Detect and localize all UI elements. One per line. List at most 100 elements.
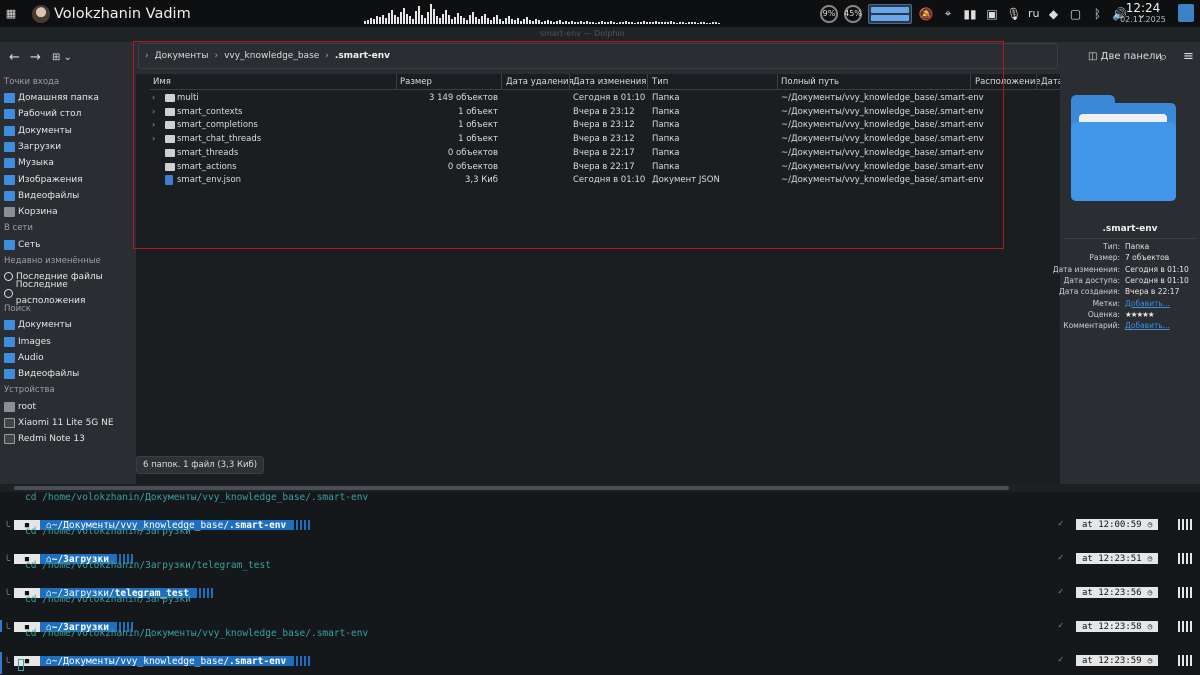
cpu-graph-bar <box>640 22 642 24</box>
cpu-graph-bar <box>547 20 549 24</box>
cpu-graph-bar <box>571 21 573 24</box>
prompt-right-fade <box>1178 553 1194 564</box>
cpu-graph-bar <box>517 18 519 24</box>
expand-chevron-icon[interactable]: › <box>152 93 155 102</box>
media-player-icon[interactable]: ▮▮ <box>962 7 978 21</box>
rating-stars[interactable]: ★★★★★ <box>1125 310 1155 319</box>
terminal-panel[interactable]: cd /home/volokzhanin/Документы/vvy_knowl… <box>0 492 1200 675</box>
sidebar-item[interactable]: Images <box>0 334 136 350</box>
column-deleted[interactable]: Дата удаления <box>506 77 574 87</box>
table-row[interactable]: › multi 3 149 объектов Сегодня в 01:10 Папка… <box>150 92 1060 106</box>
show-desktop-icon[interactable] <box>1178 4 1194 22</box>
table-row[interactable]: smart_threads 0 объектов Вчера в 22:17 Папк… <box>150 147 1060 161</box>
sidebar-item-label: Видеофайлы <box>18 369 80 380</box>
cpu-graph-bar <box>406 14 408 24</box>
app-menu-icon[interactable]: ▦ <box>4 7 18 21</box>
info-value: 7 объектов <box>1125 253 1170 263</box>
column-type[interactable]: Тип <box>652 77 668 87</box>
table-row[interactable]: › smart_contexts 1 объект Вчера в 23:12 Папк… <box>150 106 1060 120</box>
sidebar-item[interactable]: Загрузки <box>0 139 136 155</box>
security-icon[interactable]: ▢ <box>1068 7 1084 21</box>
cpu-usage-indicator[interactable]: 9% <box>820 4 838 23</box>
sidebar-item[interactable]: Видеофайлы <box>0 188 136 204</box>
table-row[interactable]: smart_actions 0 объектов Вчера в 22:17 Папк… <box>150 161 1060 175</box>
back-icon[interactable]: ← <box>9 50 20 65</box>
bluetooth-icon[interactable]: ᛒ <box>1090 7 1106 21</box>
breadcrumb: › Документы › vvy_knowledge_base › .smar… <box>138 43 1058 69</box>
microphone-icon[interactable]: 🎙 <box>1006 7 1022 21</box>
sidebar-item[interactable]: Видеофайлы <box>0 366 136 382</box>
column-modified[interactable]: Дата изменения <box>573 77 646 87</box>
table-row[interactable]: › smart_completions 1 объект Вчера в 23:12 П… <box>150 119 1060 133</box>
sidebar-item[interactable]: Сеть <box>0 236 136 252</box>
expand-chevron-icon[interactable]: › <box>152 134 155 143</box>
clock[interactable]: 12:24 02.11.2025 <box>1118 2 1168 25</box>
breadcrumb-current[interactable]: .smart-env <box>335 51 390 61</box>
prompt-bracket-icon: ╰ <box>4 658 11 669</box>
info-link[interactable]: Добавить... <box>1125 299 1170 308</box>
memory-usage-indicator[interactable]: 45% <box>844 4 862 23</box>
expand-chevron-icon[interactable]: › <box>152 107 155 116</box>
table-row[interactable]: › smart_chat_threads 1 объект Вчера в 23:12… <box>150 133 1060 147</box>
user-name[interactable]: Volokzhanin Vadim <box>54 6 191 22</box>
column-path[interactable]: Полный путь <box>781 77 839 87</box>
network-speed-icon[interactable] <box>868 3 912 24</box>
sidebar-item[interactable]: Корзина <box>0 204 136 220</box>
info-key: Дата создания: <box>1058 287 1120 297</box>
sidebar-item[interactable]: Последние расположения <box>0 280 136 306</box>
sidebar-item[interactable]: Домашняя папка <box>0 90 136 106</box>
sidebar-item[interactable]: root <box>0 398 136 414</box>
file-type: Папка <box>652 106 680 117</box>
sidebar-item[interactable]: Xiaomi 11 Lite 5G NE <box>0 415 136 431</box>
info-link[interactable]: Добавить... <box>1125 321 1170 330</box>
keyboard-layout[interactable]: ru <box>1028 7 1040 20</box>
status-bar: 6 папок. 1 файл (3,3 Киб) <box>136 456 265 474</box>
network-folder-icon <box>4 239 15 250</box>
notifications-muted-icon[interactable]: 🔕 <box>918 7 934 21</box>
command-time: at 12:23:59 <box>1082 655 1142 666</box>
cpu-graph-bar <box>595 23 597 24</box>
expand-chevron-icon[interactable]: › <box>152 120 155 129</box>
clipboard-icon[interactable]: ▣ <box>984 7 1000 21</box>
cpu-graph-bar <box>424 18 426 24</box>
file-size: 0 объектов <box>447 147 498 158</box>
cpu-graph-bar <box>469 15 471 24</box>
view-mode-icon[interactable]: ⊞ ⌄ <box>52 52 72 63</box>
file-name: smart_completions <box>177 120 258 131</box>
search-icon[interactable]: ⌕ <box>1160 50 1167 65</box>
breadcrumb-root-chevron-icon[interactable]: › <box>145 51 149 61</box>
column-location[interactable]: Расположение <box>975 77 1041 87</box>
places-panel: Точки входа Домашняя папка Рабочий стол Док… <box>0 74 136 484</box>
prompt-bracket-icon: ╰ <box>4 624 11 635</box>
split-view-button[interactable]: ◫ Две панели <box>1088 51 1162 62</box>
breadcrumb-item[interactable]: vvy_knowledge_base <box>224 51 319 61</box>
sidebar-item[interactable]: Музыка <box>0 155 136 171</box>
file-modified: Вчера в 22:17 <box>573 161 635 172</box>
column-name[interactable]: Имя <box>153 77 171 87</box>
cpu-graph-bar <box>472 12 474 24</box>
file-modified: Сегодня в 01:10 <box>573 175 646 186</box>
sidebar-item[interactable]: Audio <box>0 350 136 366</box>
file-size: 1 объект <box>458 106 498 117</box>
cpu-graph-bar <box>523 19 525 24</box>
file-path: ~/Документы/vvy_knowledge_base/.smart-en… <box>781 161 984 172</box>
success-check-icon: ✓ <box>1058 519 1064 529</box>
sidebar-item[interactable]: Redmi Note 13 <box>0 431 136 447</box>
breadcrumb-item[interactable]: Документы <box>155 51 209 61</box>
sidebar-item[interactable]: Документы <box>0 123 136 139</box>
horizontal-scrollbar[interactable] <box>0 484 1200 492</box>
cpu-graph-bar <box>385 18 387 24</box>
network-icon[interactable]: ◆ <box>1046 7 1062 21</box>
forward-icon[interactable]: → <box>30 50 41 65</box>
column-size[interactable]: Размер <box>400 77 432 87</box>
sidebar-item[interactable]: Изображения <box>0 171 136 187</box>
menu-icon[interactable]: ≡ <box>1183 49 1194 64</box>
location-icon[interactable]: ⌖ <box>940 6 956 21</box>
user-avatar[interactable] <box>32 4 50 23</box>
sidebar-item-label: Рабочий стол <box>18 109 82 120</box>
sidebar-item[interactable]: Рабочий стол <box>0 106 136 122</box>
table-row[interactable]: smart_env.json 3,3 Киб Сегодня в 01:10 Доку… <box>150 174 1060 188</box>
sidebar-item[interactable]: Документы <box>0 317 136 333</box>
cpu-graph-bar <box>394 15 396 24</box>
terminal-command: cd /home/volokzhanin/Загрузки <box>25 526 191 537</box>
